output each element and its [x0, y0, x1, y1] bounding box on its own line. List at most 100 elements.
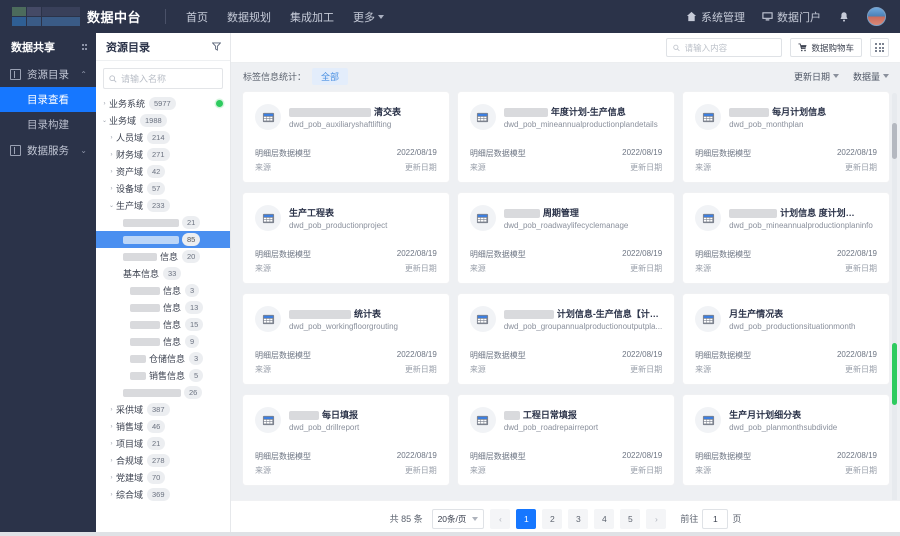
data-cart-button[interactable]: 数据购物车	[790, 38, 862, 57]
chevron-right-icon[interactable]: ›	[107, 186, 116, 192]
nav-item-integration[interactable]: 集成加工	[290, 9, 334, 25]
data-portal-label: 数据门户	[777, 9, 821, 25]
tree-node[interactable]: 基本信息33	[96, 265, 230, 282]
chevron-right-icon[interactable]: ›	[107, 458, 116, 464]
chevron-right-icon[interactable]: ›	[107, 169, 116, 175]
tree-node[interactable]: ⌄生产域233	[96, 197, 230, 214]
resource-card[interactable]: 统计表 dwd_pob_workingfloorgrouting 明细层数据模型…	[243, 294, 449, 384]
chevron-right-icon[interactable]: ›	[107, 475, 116, 481]
resource-card[interactable]: 计划信息 度计划… dwd_pob_mineannualproductionpl…	[683, 193, 889, 283]
bell-icon[interactable]	[838, 11, 850, 23]
sidebar-item-catalog-view[interactable]: 目录查看	[0, 87, 96, 112]
resource-card[interactable]: 每日填报 dwd_pob_drillreport 明细层数据模型 2022/08…	[243, 395, 449, 485]
chevron-right-icon[interactable]: ›	[100, 101, 109, 107]
nav-item-data-planning[interactable]: 数据规划	[227, 9, 271, 25]
tree-node-count: 5977	[149, 97, 176, 109]
tree-node[interactable]: ›财务域271	[96, 146, 230, 163]
resource-card[interactable]: 工程日常填报 dwd_pob_roadrepairreport 明细层数据模型 …	[458, 395, 674, 485]
card-source-label: 来源	[470, 364, 486, 375]
tree-node-count: 20	[182, 250, 200, 262]
tree-node[interactable]: ›资产域42	[96, 163, 230, 180]
pagination-page-3[interactable]: 3	[568, 509, 588, 529]
tag-filter-chip-all[interactable]: 全部	[312, 68, 348, 85]
sidebar-group-data-service[interactable]: 数据服务 ⌄	[0, 137, 96, 163]
data-portal-link[interactable]: 数据门户	[762, 9, 821, 25]
scrollbar-progress-indicator[interactable]	[892, 343, 897, 405]
funnel-icon[interactable]	[212, 42, 221, 51]
pagination-page-4[interactable]: 4	[594, 509, 614, 529]
tree-node[interactable]: 21	[96, 214, 230, 231]
chevron-down-icon[interactable]: ⌄	[100, 117, 109, 124]
scrollbar-thumb[interactable]	[892, 123, 897, 159]
collapse-sidebar-icon[interactable]	[82, 44, 88, 50]
pagination-next[interactable]: ›	[646, 509, 666, 529]
tree-node[interactable]: 仓储信息3	[96, 350, 230, 367]
chevron-right-icon[interactable]: ›	[107, 407, 116, 413]
grid-view-toggle[interactable]	[870, 38, 889, 57]
tree-node[interactable]: ›销售域46	[96, 418, 230, 435]
redacted-label	[130, 321, 160, 329]
sidebar-group-resource-catalog[interactable]: 资源目录 ⌃	[0, 61, 96, 87]
tree-node[interactable]: 信息13	[96, 299, 230, 316]
content-search-box[interactable]	[666, 38, 782, 57]
tree-node[interactable]: ›采供域387	[96, 401, 230, 418]
system-admin-link[interactable]: 系统管理	[686, 9, 745, 25]
tree-node-label: 销售域	[116, 420, 143, 433]
chevron-right-icon[interactable]: ›	[107, 492, 116, 498]
tree-node[interactable]: 85	[96, 231, 230, 248]
page-size-select[interactable]: 20条/页	[432, 509, 485, 529]
chevron-right-icon[interactable]: ›	[107, 135, 116, 141]
resource-card[interactable]: 计划信息-生产信息【计… dwd_pob_groupannualproducti…	[458, 294, 674, 384]
tree-node-label: 销售信息	[149, 369, 185, 382]
tree-node-label: 业务域	[109, 114, 136, 127]
tree-node[interactable]: 信息3	[96, 282, 230, 299]
resource-card[interactable]: 生产工程表 dwd_pob_productionproject 明细层数据模型 …	[243, 193, 449, 283]
resource-catalog-tree-panel: 资源目录 ›业务系统5977⌄业务域1988›人员域214›财务域271›资产域…	[96, 33, 231, 536]
resource-card[interactable]: 年度计划-生产信息 dwd_pob_mineannualproductionpl…	[458, 92, 674, 182]
pagination-prev[interactable]: ‹	[490, 509, 510, 529]
pagination-page-1[interactable]: 1	[516, 509, 536, 529]
tree-node[interactable]: ›人员域214	[96, 129, 230, 146]
chevron-right-icon[interactable]: ›	[107, 152, 116, 158]
app-logo[interactable]: 数据中台	[0, 7, 141, 26]
chevron-right-icon[interactable]: ›	[107, 424, 116, 430]
tree-search-box[interactable]	[103, 68, 223, 89]
tree-node[interactable]: ›业务系统5977	[96, 95, 230, 112]
chevron-down-icon[interactable]: ⌄	[107, 202, 116, 209]
tree-node[interactable]: 信息20	[96, 248, 230, 265]
tree-node[interactable]: ›设备域57	[96, 180, 230, 197]
home-icon	[686, 11, 697, 22]
tree-node[interactable]: 销售信息5	[96, 367, 230, 384]
sidebar-item-catalog-build[interactable]: 目录构建	[0, 112, 96, 137]
card-title-text: 统计表	[354, 309, 381, 319]
tree-node[interactable]: ›项目域21	[96, 435, 230, 452]
resource-card[interactable]: 周期管理 dwd_pob_roadwaylifecyclemanage 明细层数…	[458, 193, 674, 283]
tree-search-input[interactable]	[121, 74, 217, 84]
pagination-page-5[interactable]: 5	[620, 509, 640, 529]
sort-by-update-date[interactable]: 更新日期	[794, 70, 839, 83]
tree-node[interactable]: ›合规域278	[96, 452, 230, 469]
resource-card[interactable]: 清交表 dwd_pob_auxiliaryshaftlifting 明细层数据模…	[243, 92, 449, 182]
nav-item-home[interactable]: 首页	[186, 9, 208, 25]
pagination-page-2[interactable]: 2	[542, 509, 562, 529]
content-search-input[interactable]	[685, 43, 776, 53]
chevron-right-icon[interactable]: ›	[107, 441, 116, 447]
resource-card[interactable]: 生产月计划细分表 dwd_pob_planmonthsubdivide 明细层数…	[683, 395, 889, 485]
resource-card[interactable]: 月生产情况表 dwd_pob_productionsituationmonth …	[683, 294, 889, 384]
card-title-text: 周期管理	[543, 208, 579, 218]
tree-node[interactable]: ⌄业务域1988	[96, 112, 230, 129]
vertical-scrollbar[interactable]	[892, 93, 897, 533]
tree-node[interactable]: 26	[96, 384, 230, 401]
tree-node[interactable]: ›党建域70	[96, 469, 230, 486]
pagination-jump-input[interactable]	[702, 509, 728, 529]
tree-node[interactable]: 信息9	[96, 333, 230, 350]
sort-by-data-volume[interactable]: 数据量	[853, 70, 889, 83]
card-title-text: 工程日常填报	[523, 410, 577, 420]
nav-item-more[interactable]: 更多	[353, 9, 384, 25]
card-code: dwd_pob_auxiliaryshaftlifting	[289, 120, 437, 129]
card-date-label: 更新日期	[845, 162, 877, 173]
resource-card[interactable]: 每月计划信息 dwd_pob_monthplan 明细层数据模型 2022/08…	[683, 92, 889, 182]
tree-node[interactable]: 信息15	[96, 316, 230, 333]
avatar[interactable]	[867, 7, 886, 26]
tree-node[interactable]: ›综合域369	[96, 486, 230, 503]
